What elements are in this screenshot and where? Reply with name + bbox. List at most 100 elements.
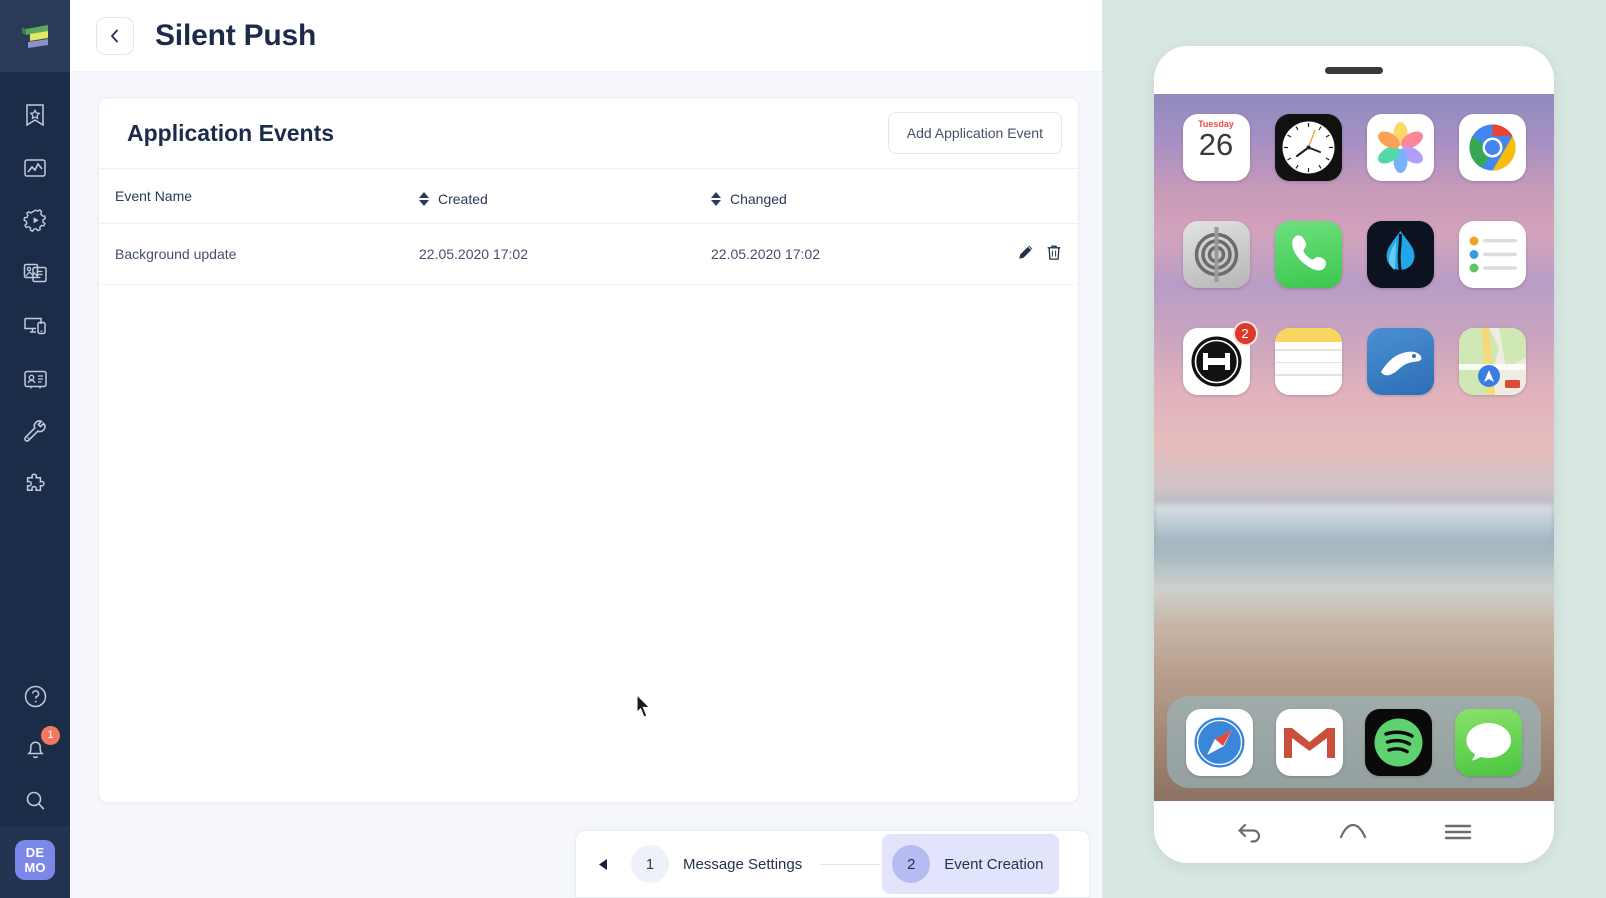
app-push[interactable]: 2	[1182, 321, 1258, 395]
phone-mockup: Tuesday 26 2	[1154, 46, 1554, 863]
notification-badge: 1	[41, 726, 60, 745]
cell-actions	[1011, 223, 1078, 285]
app-badge-push: 2	[1232, 321, 1258, 346]
phone-icon	[1274, 221, 1342, 288]
events-table-body: Background update 22.05.2020 17:02 22.05…	[99, 223, 1078, 285]
sidebar-item-content[interactable]	[0, 247, 70, 300]
phone-top-bezel	[1154, 46, 1554, 94]
column-header-created[interactable]: Created	[419, 169, 711, 224]
arrow-back-icon	[1238, 823, 1261, 843]
messenger-blue-icon	[1366, 328, 1434, 395]
step-label-1: Message Settings	[683, 855, 803, 873]
app-water[interactable]	[1366, 221, 1434, 288]
calendar-icon: Tuesday 26	[1182, 114, 1250, 181]
account-zone: DE MO	[0, 826, 70, 898]
chrome-icon	[1458, 114, 1526, 181]
sidebar-bottom-nav: 1 DE MO	[0, 670, 70, 898]
table-header-row: Event Name Created Changed	[99, 169, 1078, 224]
sidebar-item-campaigns[interactable]	[0, 88, 70, 141]
phone-dock	[1167, 696, 1541, 788]
wizard-stepper-container: 1 Message Settings 2 Event Creation	[575, 830, 1090, 898]
delete-icon	[1047, 245, 1061, 260]
triangle-left-icon	[599, 858, 607, 870]
nav-recents-button[interactable]	[1444, 823, 1472, 841]
stepper-connector	[820, 863, 881, 865]
step-number-2: 2	[892, 845, 931, 883]
bookmark-star-icon	[26, 103, 44, 126]
content-area: Application Events Add Application Event…	[70, 72, 1102, 898]
app-logo[interactable]	[0, 0, 70, 72]
puzzle-icon	[26, 473, 45, 491]
step-number-1: 1	[631, 845, 669, 883]
water-app-icon	[1366, 221, 1434, 288]
sort-arrows-icon	[419, 192, 429, 206]
messages-icon[interactable]	[1454, 708, 1522, 776]
app-maps[interactable]	[1458, 328, 1526, 395]
app-photos[interactable]	[1366, 114, 1434, 181]
column-header-changed[interactable]: Changed	[711, 169, 1011, 224]
question-circle-icon	[24, 685, 46, 707]
app-messenger[interactable]	[1366, 328, 1434, 395]
chevron-up-icon	[711, 192, 721, 198]
events-table: Event Name Created Changed Background up…	[99, 169, 1078, 285]
stepper-prev-button[interactable]	[594, 858, 621, 871]
account-badge-line2: MO	[24, 860, 46, 875]
reminders-icon	[1458, 221, 1526, 288]
sidebar-item-integrations[interactable]	[0, 459, 70, 512]
sidebar-item-automation[interactable]	[0, 194, 70, 247]
phone-navbar	[1154, 801, 1554, 863]
app-calendar[interactable]: Tuesday 26	[1182, 114, 1250, 181]
application-events-card: Application Events Add Application Event…	[98, 97, 1079, 803]
sidebar-item-audience[interactable]	[0, 353, 70, 406]
account-badge-line1: DE	[25, 845, 45, 860]
created-sort-control[interactable]: Created	[419, 191, 488, 207]
app-notes[interactable]	[1274, 328, 1342, 395]
column-header-actions	[1011, 169, 1078, 224]
stepper-step-message-settings[interactable]: 1 Message Settings	[621, 834, 818, 894]
back-button[interactable]	[96, 16, 134, 55]
gmail-icon[interactable]	[1275, 708, 1343, 776]
delete-row-button[interactable]	[1046, 244, 1062, 261]
app-phone[interactable]	[1274, 221, 1342, 288]
account-badge[interactable]: DE MO	[15, 840, 55, 880]
desktop-mobile-icon	[23, 317, 46, 335]
app-clock[interactable]	[1274, 114, 1342, 181]
app-settings[interactable]	[1182, 221, 1250, 288]
edit-row-button[interactable]	[1017, 244, 1034, 261]
chevron-down-icon	[419, 200, 429, 206]
phone-preview-pane: Tuesday 26 2	[1102, 0, 1606, 898]
settings-icon	[1182, 221, 1250, 288]
sort-arrows-icon	[711, 192, 721, 206]
changed-sort-control[interactable]: Changed	[711, 191, 787, 207]
cell-changed: 22.05.2020 17:02	[711, 223, 1011, 285]
sidebar-item-tools[interactable]	[0, 406, 70, 459]
nav-home-button[interactable]	[1339, 822, 1367, 842]
safari-icon[interactable]	[1186, 708, 1254, 776]
page-header: Silent Push	[70, 0, 1102, 72]
menu-icon	[1444, 824, 1472, 840]
spotify-icon[interactable]	[1365, 708, 1433, 776]
wrench-icon	[23, 420, 46, 442]
sidebar-item-devices[interactable]	[0, 300, 70, 353]
app-reminders[interactable]	[1458, 221, 1526, 288]
bell-wrapper: 1	[20, 726, 60, 763]
column-header-event-name: Event Name	[99, 169, 419, 224]
chevron-down-icon	[711, 200, 721, 206]
home-icon	[1340, 823, 1367, 839]
sidebar-item-analytics[interactable]	[0, 141, 70, 194]
table-row[interactable]: Background update 22.05.2020 17:02 22.05…	[99, 223, 1078, 285]
phone-screen: Tuesday 26 2	[1154, 94, 1554, 801]
maps-icon	[1458, 328, 1526, 395]
stepper-step-event-creation[interactable]: 2 Event Creation	[882, 834, 1060, 894]
sidebar-item-help[interactable]	[0, 670, 70, 722]
logo-icon	[22, 25, 48, 48]
chart-icon	[24, 158, 46, 177]
app-chrome[interactable]	[1458, 114, 1526, 181]
row-action-group	[1017, 244, 1062, 261]
add-application-event-button[interactable]: Add Application Event	[887, 112, 1062, 154]
nav-back-button[interactable]	[1236, 821, 1263, 843]
card-title: Application Events	[127, 119, 335, 146]
search-icon	[26, 791, 44, 810]
sidebar-item-notifications[interactable]: 1	[0, 722, 70, 774]
sidebar-item-search[interactable]	[0, 774, 70, 826]
